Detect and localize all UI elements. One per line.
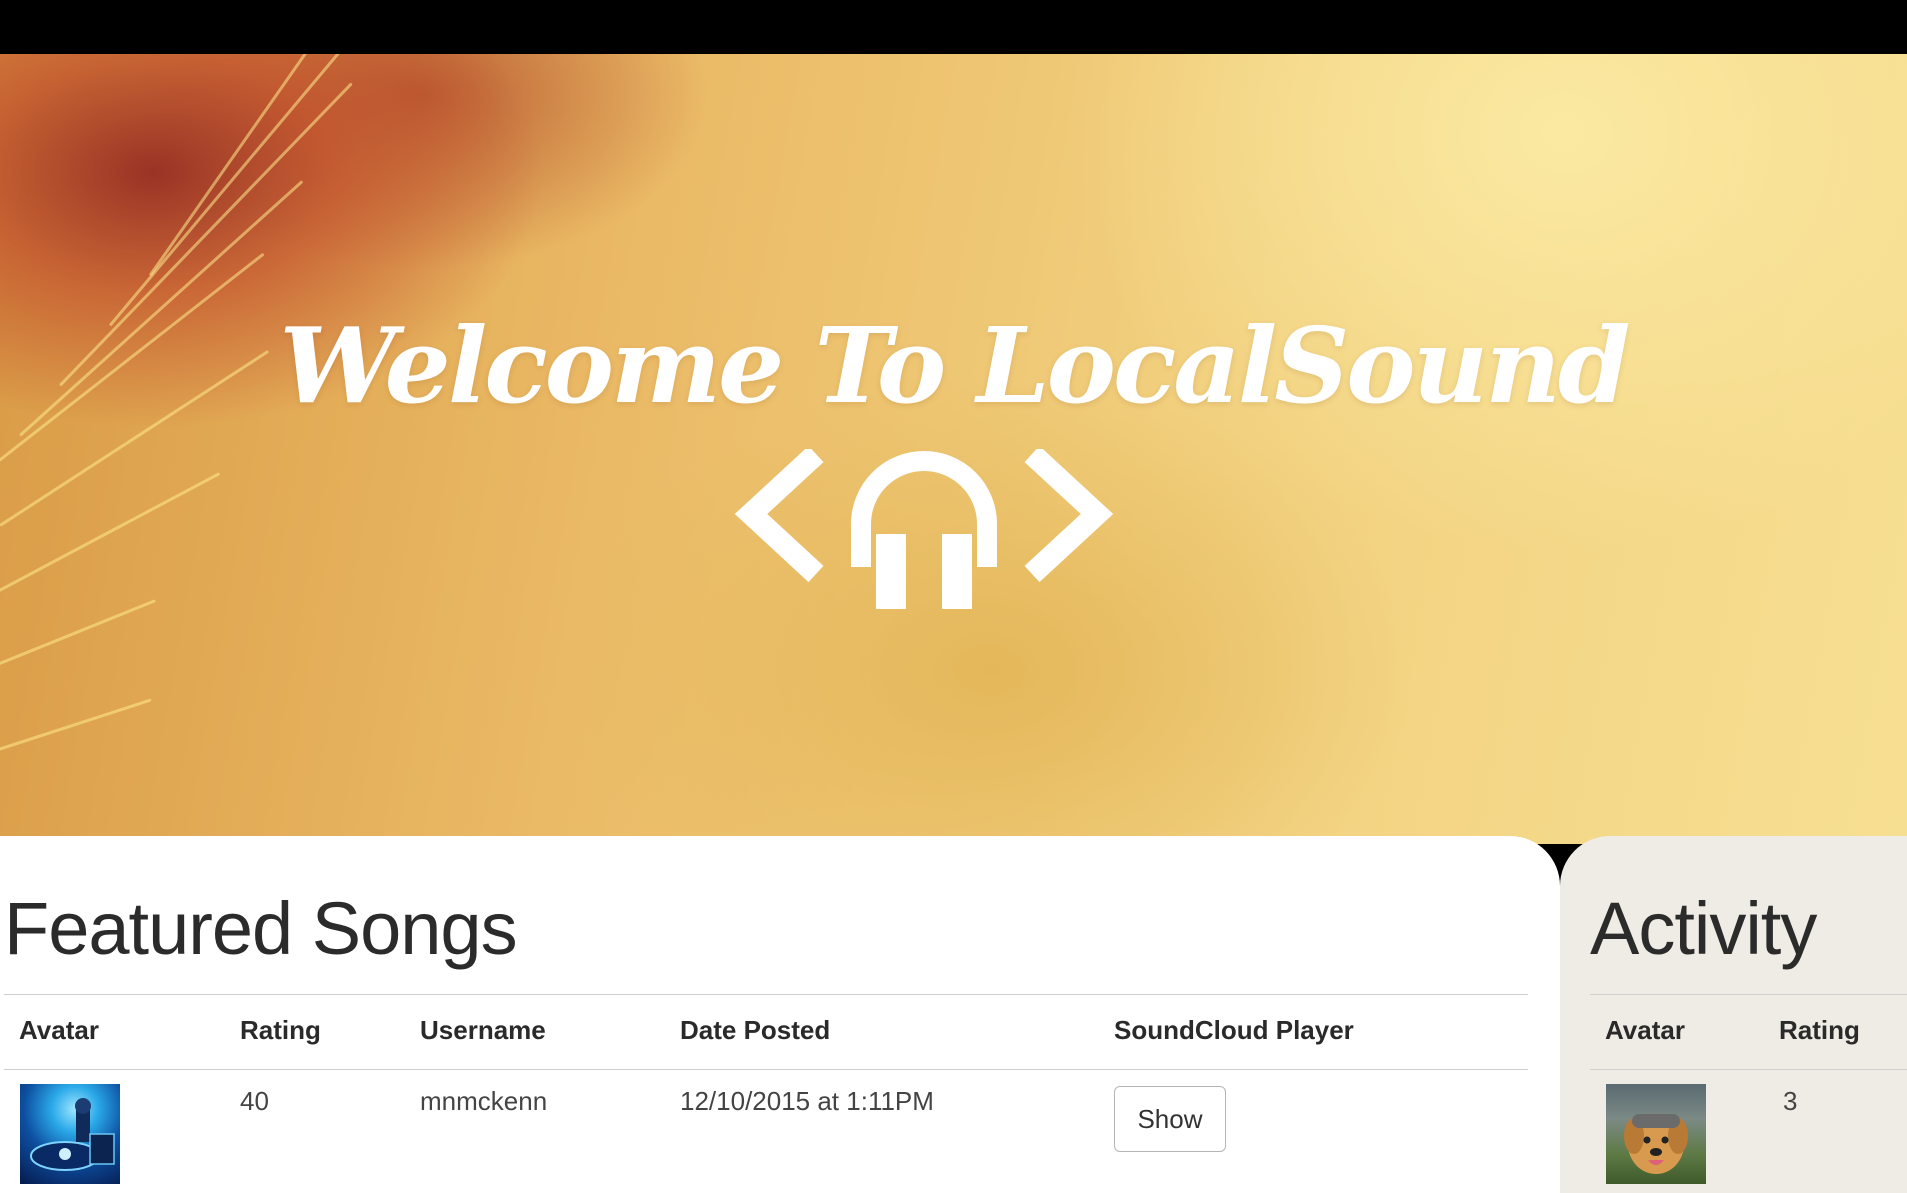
col-avatar: Avatar — [1605, 1015, 1685, 1045]
top-bar — [0, 0, 1907, 54]
dog-avatar — [1606, 1084, 1706, 1184]
hero-banner: Welcome To LocalSound — [0, 54, 1907, 844]
show-player-button[interactable]: Show — [1114, 1086, 1226, 1152]
activity-title: Activity — [1590, 887, 1817, 970]
hero-title: Welcome To LocalSound — [279, 304, 1630, 427]
date-posted-value: 12/10/2015 at 1:11PM — [680, 1086, 934, 1116]
activity-panel: Activity Avatar Rating 3 — [1560, 836, 1907, 1193]
col-date-posted: Date Posted — [680, 1015, 831, 1045]
featured-songs-title: Featured Songs — [4, 887, 518, 970]
activity-table-header: Avatar Rating — [1590, 994, 1907, 1070]
headphones-code-icon — [734, 449, 1114, 609]
col-username: Username — [420, 1015, 546, 1045]
col-avatar: Avatar — [19, 1015, 99, 1045]
col-rating: Rating — [1779, 1015, 1860, 1045]
col-soundcloud-player: SoundCloud Player — [1114, 1015, 1354, 1045]
rating-value: 3 — [1783, 1086, 1798, 1116]
featured-songs-panel: Featured Songs Avatar Rating Username Da… — [0, 836, 1560, 1193]
dj-turntable-avatar — [20, 1084, 120, 1184]
username-value[interactable]: mnmckenn — [420, 1086, 547, 1117]
featured-table-header: Avatar Rating Username Date Posted Sound… — [4, 994, 1528, 1070]
col-rating: Rating — [240, 1015, 321, 1045]
rating-value: 40 — [240, 1086, 269, 1116]
